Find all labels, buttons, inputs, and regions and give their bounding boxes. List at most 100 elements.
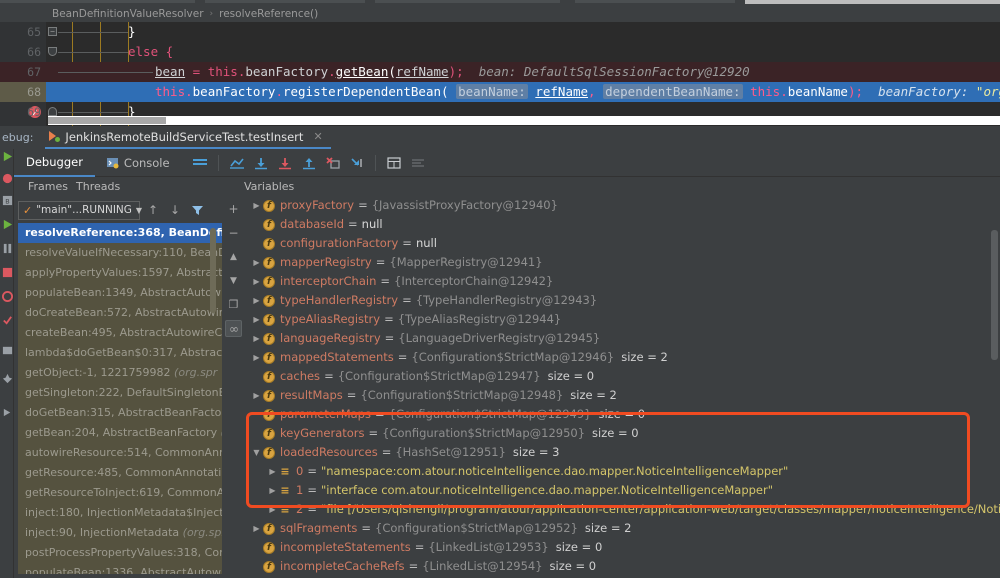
settings-filter-icon[interactable]	[406, 151, 430, 175]
chevron-down-icon[interactable]: ▼	[136, 206, 142, 215]
stop-square-icon[interactable]	[2, 267, 13, 278]
variable-row[interactable]: fdatabaseId=null	[244, 215, 1000, 234]
frame-list-item[interactable]: doGetBean:315, AbstractBeanFactory	[18, 403, 222, 423]
frame-list-item[interactable]: inject:90, InjectionMetadata (org.spri	[18, 523, 222, 543]
frames-scrollbar-thumb[interactable]	[210, 228, 216, 313]
frame-list-item[interactable]: lambda$doGetBean$0:317, Abstract	[18, 343, 222, 363]
breakpoint-check-icon[interactable]	[2, 315, 13, 326]
tree-collapsed-icon[interactable]: ▶	[250, 291, 263, 310]
inline-watches-icon[interactable]: ∞	[225, 320, 242, 337]
variables-scrollbar-thumb[interactable]	[991, 230, 998, 360]
frame-down-icon[interactable]: ↓	[166, 201, 184, 219]
frame-list-item[interactable]: getResourceToInject:619, CommonAn	[18, 483, 222, 503]
layout-settings-icon[interactable]	[188, 151, 212, 175]
variable-row[interactable]: fkeyGenerators={Configuration$StrictMap@…	[244, 424, 1000, 443]
pause-icon[interactable]	[2, 243, 13, 254]
frames-filter-row[interactable]: ✓ "main"...RUNNING ▼ ↑ ↓	[18, 200, 218, 220]
call-stack-frames-list[interactable]: resolveReference:368, BeanDefinitionreso…	[18, 223, 222, 574]
variable-row[interactable]: ▶fproxyFactory={JavassistProxyFactory@12…	[244, 196, 1000, 215]
drop-frame-icon[interactable]	[321, 151, 345, 175]
frame-list-item[interactable]: postProcessPropertyValues:318, Con	[18, 543, 222, 563]
tree-collapsed-icon[interactable]: ▶	[266, 462, 279, 481]
add-watch-icon[interactable]: +	[225, 200, 242, 217]
fold-marker-icon[interactable]	[48, 47, 57, 56]
tree-collapsed-icon[interactable]: ▶	[250, 310, 263, 329]
frame-list-item[interactable]: getSingleton:222, DefaultSingletonBe	[18, 383, 222, 403]
frame-list-item[interactable]: applyPropertyValues:1597, Abstract	[18, 263, 222, 283]
fold-marker-icon[interactable]	[48, 107, 57, 116]
tree-collapsed-icon[interactable]: ▶	[250, 253, 263, 272]
move-up-icon[interactable]: ▲	[225, 248, 242, 265]
tree-collapsed-icon[interactable]: ▶	[250, 272, 263, 291]
variable-row[interactable]: ▶fmapperRegistry={MapperRegistry@12941}	[244, 253, 1000, 272]
scrollbar-thumb[interactable]	[48, 117, 166, 124]
tree-collapsed-icon[interactable]: ▶	[266, 500, 279, 519]
tree-expanded-icon[interactable]: ▼	[250, 443, 263, 462]
tab-debugger[interactable]: Debugger	[14, 149, 95, 177]
variable-row[interactable]: ▶ftypeAliasRegistry={TypeAliasRegistry@1…	[244, 310, 1000, 329]
evaluate-expression-icon[interactable]	[382, 151, 406, 175]
editor-line-current[interactable]: 68 this.beanFactory.registerDependentBea…	[0, 82, 1000, 102]
hide-icon[interactable]	[2, 407, 13, 418]
copy-value-icon[interactable]: ❐	[225, 296, 242, 313]
frames-panel[interactable]: ✓ "main"...RUNNING ▼ ↑ ↓ resolveReferenc…	[14, 196, 222, 578]
panel-header-frames[interactable]: Frames	[28, 177, 68, 196]
editor-line-breakpoint[interactable]: 67 bean = this.beanFactory.getBean(refNa…	[0, 62, 1000, 82]
variable-row[interactable]: ▶flanguageRegistry={LanguageDriverRegist…	[244, 329, 1000, 348]
tree-collapsed-icon[interactable]: ▶	[250, 329, 263, 348]
tree-collapsed-icon[interactable]: ▶	[250, 196, 263, 215]
variable-row[interactable]: ▶ftypeHandlerRegistry={TypeHandlerRegist…	[244, 291, 1000, 310]
step-over-icon[interactable]	[249, 151, 273, 175]
stop-icon[interactable]	[2, 173, 13, 184]
variable-row[interactable]: ▶fsqlFragments={Configuration$StrictMap@…	[244, 519, 1000, 538]
variable-row[interactable]: ▶≡1="interface com.atour.noticeIntellige…	[244, 481, 1000, 500]
code-editor[interactable]: 65 − } 66 else { 67 bean = this.beanFact…	[0, 22, 1000, 126]
variable-row[interactable]: fincompleteCacheRefs={LinkedList@12954}s…	[244, 557, 1000, 576]
editor-line[interactable]: 66 else {	[0, 42, 1000, 62]
variables-panel[interactable]: ▶fproxyFactory={JavassistProxyFactory@12…	[244, 196, 1000, 578]
frame-list-item[interactable]: inject:180, InjectionMetadata$Injecte	[18, 503, 222, 523]
filter-frames-icon[interactable]	[188, 201, 206, 219]
breadcrumb-method[interactable]: resolveReference()	[219, 8, 318, 20]
debugger-toolbar[interactable]: Debugger Console	[14, 149, 1000, 177]
view-breakpoints-icon[interactable]: B	[2, 195, 13, 206]
tree-collapsed-icon[interactable]: ▶	[250, 386, 263, 405]
editor-horizontal-scrollbar[interactable]	[48, 116, 1000, 125]
run-configuration-tab[interactable]: JenkinsRemoteBuildServiceTest.testInsert…	[45, 126, 330, 149]
variables-toolbar[interactable]: + − ▲ ▼ ❐ ∞	[222, 196, 244, 578]
tree-collapsed-icon[interactable]: ▶	[250, 348, 263, 367]
panel-header-threads[interactable]: Threads	[76, 177, 120, 196]
tree-collapsed-icon[interactable]: ▶	[250, 519, 263, 538]
fold-marker-icon[interactable]: −	[48, 27, 57, 36]
frame-list-item[interactable]: getObject:-1, 1221759982 (org.spr	[18, 363, 222, 383]
frame-list-item[interactable]: doCreateBean:572, AbstractAutowire	[18, 303, 222, 323]
frame-list-item[interactable]: populateBean:1336, AbstractAutowir	[18, 563, 222, 574]
step-into-icon[interactable]	[273, 151, 297, 175]
pin-icon[interactable]	[2, 373, 13, 384]
variable-row[interactable]: ▶fresultMaps={Configuration$StrictMap@12…	[244, 386, 1000, 405]
variable-row[interactable]: ▶finterceptorChain={InterceptorChain@129…	[244, 272, 1000, 291]
variable-row[interactable]: fincompleteStatements={LinkedList@12953}…	[244, 538, 1000, 557]
variable-row[interactable]: fcaches={Configuration$StrictMap@12947}s…	[244, 367, 1000, 386]
debug-actions-strip[interactable]: B	[0, 149, 14, 578]
thread-selector-dropdown[interactable]: ✓ "main"...RUNNING ▼	[18, 201, 140, 220]
variable-row[interactable]: ▼floadedResources={HashSet@12951}size = …	[244, 443, 1000, 462]
move-down-icon[interactable]: ▼	[225, 272, 242, 289]
resume-arrow-icon[interactable]	[2, 219, 13, 230]
frame-list-item[interactable]: resolveReference:368, BeanDefinition	[18, 223, 222, 243]
mute-breakpoints-icon[interactable]	[2, 291, 13, 302]
frame-list-item[interactable]: getBean:204, AbstractBeanFactory (o	[18, 423, 222, 443]
breadcrumb[interactable]: BeanDefinitionValueResolver › resolveRef…	[0, 6, 1000, 22]
show-execution-point-icon[interactable]	[225, 151, 249, 175]
tree-collapsed-icon[interactable]: ▶	[266, 481, 279, 500]
breadcrumb-class[interactable]: BeanDefinitionValueResolver	[52, 8, 204, 20]
resume-program-icon[interactable]	[2, 151, 13, 162]
editor-line[interactable]: 65 − }	[0, 22, 1000, 42]
frame-up-icon[interactable]: ↑	[144, 201, 162, 219]
close-icon[interactable]: ✕	[313, 130, 322, 143]
run-to-cursor-icon[interactable]	[345, 151, 369, 175]
frame-list-item[interactable]: createBean:495, AbstractAutowireCa	[18, 323, 222, 343]
frame-list-item[interactable]: getResource:485, CommonAnnotation	[18, 463, 222, 483]
step-out-icon[interactable]	[297, 151, 321, 175]
frame-list-item[interactable]: autowireResource:514, CommonAnn	[18, 443, 222, 463]
